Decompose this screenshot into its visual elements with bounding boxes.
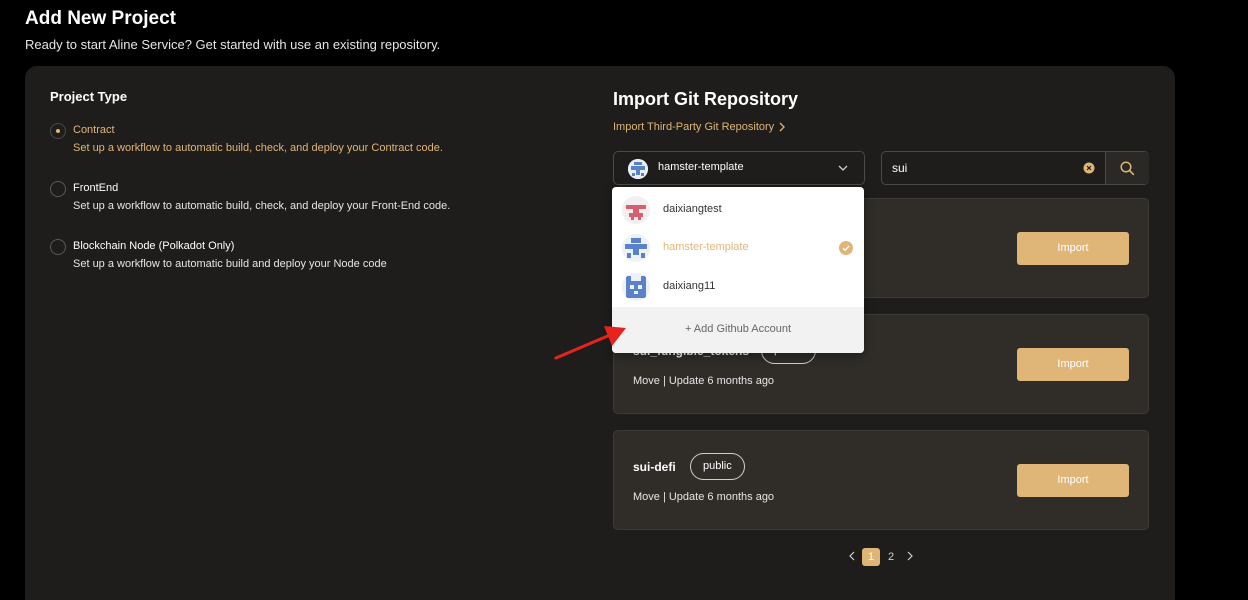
avatar [622, 273, 650, 301]
avatar [622, 234, 650, 262]
import-title: Import Git Repository [613, 89, 799, 109]
clear-icon[interactable] [1083, 162, 1095, 174]
repo-meta: Move | Update 6 months ago [633, 491, 775, 503]
option-blockchain-node-label: Blockchain Node (Polkadot Only) [73, 240, 235, 252]
repo-name: sui-defi [633, 460, 676, 474]
repo-card: sui-defi public Move | Update 6 months a… [613, 430, 1149, 530]
dropdown-item-daixiang11[interactable]: daixiang11 [612, 268, 864, 306]
dropdown-item-daixiangtest[interactable]: daixiangtest [612, 191, 864, 229]
search-box [881, 151, 1149, 185]
selected-account-name: hamster-template [658, 161, 744, 173]
project-type-title: Project Type [50, 89, 128, 104]
option-frontend-description: Set up a workflow to automatic build, ch… [73, 200, 451, 212]
search-button[interactable] [1105, 152, 1149, 184]
radio-blockchain-node[interactable] [50, 239, 66, 255]
third-party-link[interactable]: Import Third-Party Git Repository [613, 121, 786, 133]
import-button[interactable]: Import [1017, 232, 1129, 265]
prev-page-icon[interactable] [848, 550, 856, 562]
dropdown-item-label: daixiang11 [663, 280, 716, 292]
add-github-account-button[interactable]: + Add Github Account [612, 307, 864, 353]
page-title: Add New Project [25, 8, 176, 29]
check-icon [839, 241, 853, 255]
third-party-link-text: Import Third-Party Git Repository [613, 121, 775, 133]
repo-visibility-badge: public [690, 453, 745, 480]
next-page-icon[interactable] [906, 550, 914, 562]
option-contract-label: Contract [73, 124, 115, 136]
account-select[interactable]: hamster-template [613, 151, 865, 185]
page-subtitle: Ready to start Aline Service? Get starte… [25, 37, 441, 52]
dropdown-item-label: daixiangtest [663, 203, 722, 215]
dropdown-item-label: hamster-template [663, 241, 749, 253]
import-button[interactable]: Import [1017, 464, 1129, 497]
account-dropdown: daixiangtest hamster-template daixiang11… [612, 187, 864, 353]
avatar [622, 196, 650, 224]
search-input[interactable] [883, 153, 1105, 183]
chevron-right-icon [779, 122, 786, 132]
radio-contract[interactable] [50, 123, 66, 139]
dropdown-item-hamster-template[interactable]: hamster-template [612, 229, 864, 267]
option-frontend-label: FrontEnd [73, 182, 119, 194]
option-contract-description: Set up a workflow to automatic build, ch… [73, 142, 443, 154]
page-1[interactable]: 1 [862, 548, 880, 566]
chevron-down-icon [838, 165, 848, 171]
annotation-arrow-icon [554, 326, 626, 360]
option-blockchain-node-description: Set up a workflow to automatic build and… [73, 258, 387, 270]
search-icon [1120, 160, 1135, 175]
page-2[interactable]: 2 [882, 548, 900, 566]
selected-account-avatar [628, 159, 648, 179]
radio-frontend[interactable] [50, 181, 66, 197]
repo-meta: Move | Update 6 months ago [633, 375, 775, 387]
import-button[interactable]: Import [1017, 348, 1129, 381]
